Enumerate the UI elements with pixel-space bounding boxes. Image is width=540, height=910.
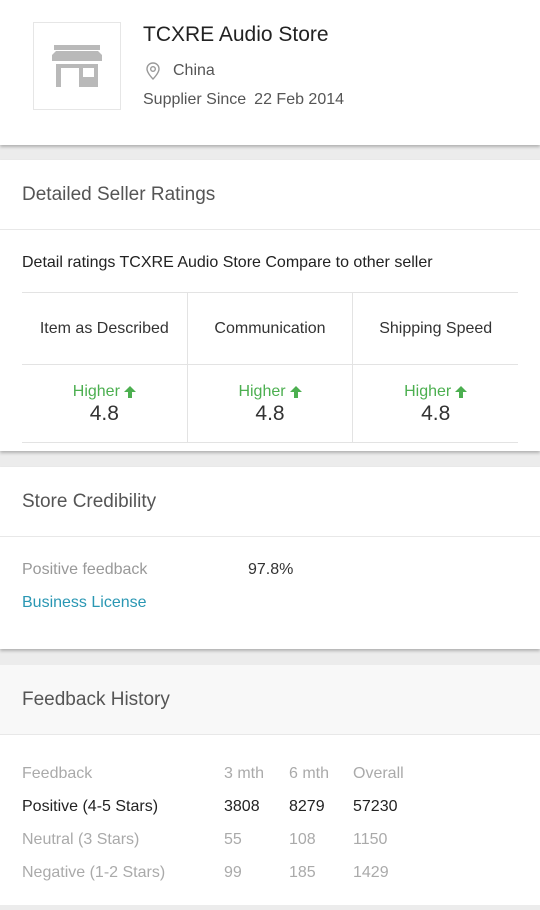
feedback-history-card: Feedback History Feedback 3 mth 6 mth Ov…: [0, 665, 540, 905]
cell-overall: 57230: [353, 798, 398, 815]
supplier-since-label: Supplier Since: [143, 91, 247, 108]
table-row-negative: Negative (1-2 Stars) 99 185 1429: [0, 864, 540, 888]
supplier-since: Supplier Since 22 Feb 2014: [143, 91, 344, 109]
rating-label: Item as Described: [22, 293, 187, 365]
rating-comparison: Higher: [73, 383, 136, 401]
rating-score: 4.8: [421, 402, 451, 425]
cell-overall: 1150: [353, 831, 388, 848]
store-credibility-card: Store Credibility Positive feedback 97.8…: [0, 467, 540, 649]
store-logo[interactable]: [33, 22, 121, 110]
store-location: China: [143, 61, 215, 81]
rating-score: 4.8: [89, 402, 119, 425]
business-license-link[interactable]: Business License: [22, 594, 147, 612]
arrow-up-icon: [455, 386, 468, 398]
store-credibility-title: Store Credibility: [0, 467, 540, 537]
column-header: Feedback: [22, 765, 93, 782]
column-header: 3 mth: [224, 765, 265, 782]
cell-6mth: 108: [289, 831, 316, 848]
table-row-neutral: Neutral (3 Stars) 55 108 1150: [0, 831, 540, 855]
column-header: 6 mth: [289, 765, 330, 782]
cell-6mth: 185: [289, 864, 316, 881]
positive-feedback-label: Positive feedback: [22, 561, 148, 578]
rating-comparison: Higher: [238, 383, 302, 401]
rating-communication: Communication Higher 4.8: [187, 293, 354, 442]
rating-label: Communication: [187, 293, 353, 365]
ratings-grid: Item as Described Higher 4.8 Communicati…: [22, 292, 519, 443]
feedback-history-table: Feedback 3 mth 6 mth Overall Positive (4…: [0, 735, 540, 905]
column-header: Overall: [353, 765, 404, 782]
table-header-row: Feedback 3 mth 6 mth Overall: [0, 765, 540, 789]
cell-3mth: 99: [224, 864, 242, 881]
seller-ratings-card: Detailed Seller Ratings Detail ratings T…: [0, 160, 540, 451]
ratings-description: Detail ratings TCXRE Audio Store Compare…: [22, 254, 433, 271]
store-icon: [52, 45, 102, 87]
arrow-up-icon: [123, 386, 136, 398]
cell-3mth: 3808: [224, 798, 260, 815]
arrow-up-icon: [289, 386, 302, 398]
row-label: Positive (4-5 Stars): [22, 798, 159, 815]
comparison-text: Higher: [72, 383, 120, 400]
cell-6mth: 8279: [289, 798, 325, 815]
rating-item-as-described: Item as Described Higher 4.8: [22, 293, 188, 442]
rating-score: 4.8: [255, 402, 285, 425]
location-pin-icon: [146, 62, 160, 80]
table-row-positive: Positive (4-5 Stars) 3808 8279 57230: [0, 798, 540, 822]
row-label: Neutral (3 Stars): [22, 831, 140, 848]
store-location-text: China: [173, 62, 215, 79]
positive-feedback-value: 97.8%: [248, 561, 294, 578]
rating-comparison: Higher: [404, 383, 468, 401]
store-name[interactable]: TCXRE Audio Store: [143, 23, 329, 47]
feedback-history-title: Feedback History: [0, 665, 540, 735]
rating-shipping-speed: Shipping Speed Higher 4.8: [353, 293, 519, 442]
supplier-since-date: 22 Feb 2014: [254, 91, 345, 108]
cell-3mth: 55: [224, 831, 242, 848]
cell-overall: 1429: [353, 864, 389, 881]
comparison-text: Higher: [404, 383, 452, 400]
comparison-text: Higher: [238, 383, 286, 400]
seller-ratings-title: Detailed Seller Ratings: [0, 160, 540, 230]
store-header: TCXRE Audio Store China Supplier Since 22…: [0, 0, 540, 145]
row-label: Negative (1-2 Stars): [22, 864, 166, 881]
rating-label: Shipping Speed: [353, 293, 519, 365]
